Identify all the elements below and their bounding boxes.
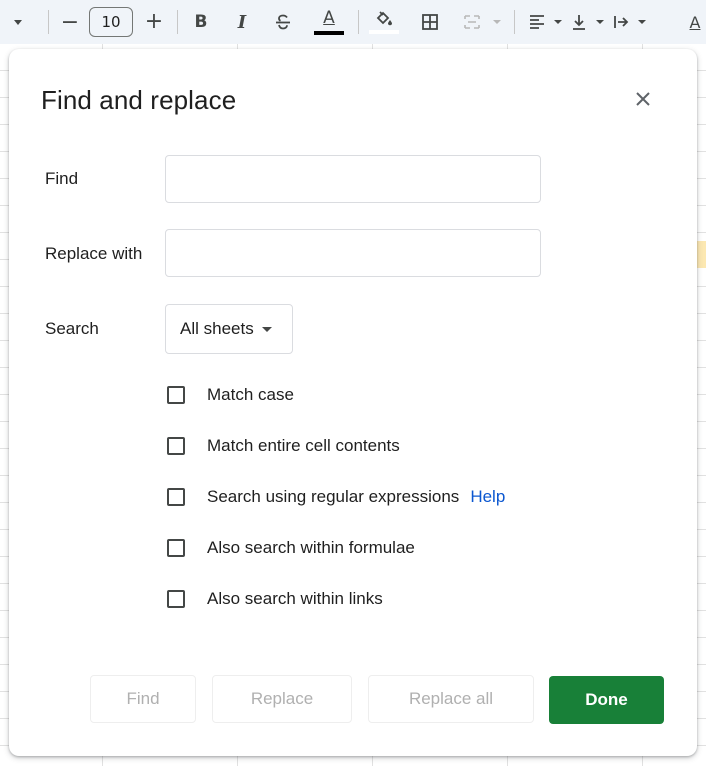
- vertical-align-icon[interactable]: [567, 10, 591, 34]
- replace-label: Replace with: [45, 244, 143, 263]
- find-field[interactable]: [165, 155, 541, 203]
- bold-button[interactable]: B: [191, 10, 211, 34]
- option-label: Also search within links: [207, 589, 383, 608]
- toolbar-divider: [48, 10, 49, 34]
- option-label: Also search within formulae: [207, 538, 415, 557]
- horizontal-align-icon[interactable]: [525, 10, 549, 34]
- decrease-font-size-button[interactable]: −: [58, 10, 82, 35]
- search-links-checkbox[interactable]: [167, 590, 185, 608]
- done-button[interactable]: Done: [549, 676, 664, 724]
- text-color-icon: A: [323, 8, 335, 28]
- close-icon[interactable]: [630, 86, 656, 112]
- search-formulae-checkbox[interactable]: [167, 539, 185, 557]
- highlighted-cell: [697, 241, 706, 268]
- chevron-down-icon[interactable]: [10, 14, 26, 30]
- option-label: Search using regular expressions: [207, 487, 460, 506]
- option-regex[interactable]: Search using regular expressions Help: [167, 487, 505, 507]
- fill-color-button[interactable]: [368, 6, 400, 38]
- replace-button[interactable]: Replace: [212, 675, 352, 723]
- replace-input[interactable]: [166, 230, 540, 276]
- search-label: Search: [45, 319, 99, 338]
- fill-color-swatch: [369, 30, 399, 34]
- chevron-down-icon[interactable]: [552, 14, 564, 30]
- chevron-down-icon: [261, 326, 272, 332]
- option-match-entire-cell[interactable]: Match entire cell contents: [167, 436, 400, 456]
- help-link[interactable]: Help: [470, 487, 505, 507]
- regex-checkbox[interactable]: [167, 488, 185, 506]
- find-button[interactable]: Find: [90, 675, 196, 723]
- toolbar-divider: [177, 10, 178, 34]
- formatting-toolbar: − 10 + B I A A: [0, 0, 706, 44]
- match-case-checkbox[interactable]: [167, 386, 185, 404]
- toolbar-divider: [358, 10, 359, 34]
- chevron-down-icon[interactable]: [636, 14, 648, 30]
- text-color-button[interactable]: A: [313, 6, 345, 38]
- option-search-links[interactable]: Also search within links: [167, 589, 383, 609]
- strikethrough-icon[interactable]: [272, 10, 294, 34]
- replace-field[interactable]: [165, 229, 541, 277]
- text-rotation-icon[interactable]: A: [684, 10, 706, 34]
- font-size-input[interactable]: 10: [89, 7, 133, 37]
- paint-bucket-icon: [376, 11, 392, 26]
- italic-button[interactable]: I: [232, 10, 252, 34]
- match-entire-cell-checkbox[interactable]: [167, 437, 185, 455]
- text-wrapping-icon[interactable]: [609, 10, 633, 34]
- option-match-case[interactable]: Match case: [167, 385, 294, 405]
- merge-cells-icon[interactable]: [460, 10, 484, 34]
- toolbar-divider: [514, 10, 515, 34]
- replace-all-button[interactable]: Replace all: [368, 675, 534, 723]
- option-label: Match entire cell contents: [207, 436, 400, 455]
- borders-icon[interactable]: [418, 10, 442, 34]
- search-scope-select[interactable]: All sheets: [165, 304, 293, 354]
- option-search-formulae[interactable]: Also search within formulae: [167, 538, 415, 558]
- chevron-down-icon[interactable]: [594, 14, 606, 30]
- text-color-swatch: [314, 31, 344, 35]
- dialog-title: Find and replace: [41, 85, 237, 115]
- increase-font-size-button[interactable]: +: [142, 9, 166, 34]
- option-label: Match case: [207, 385, 294, 404]
- find-input[interactable]: [166, 156, 540, 202]
- merge-dropdown-icon[interactable]: [490, 14, 504, 30]
- find-label: Find: [45, 169, 79, 188]
- search-scope-value: All sheets: [180, 319, 254, 338]
